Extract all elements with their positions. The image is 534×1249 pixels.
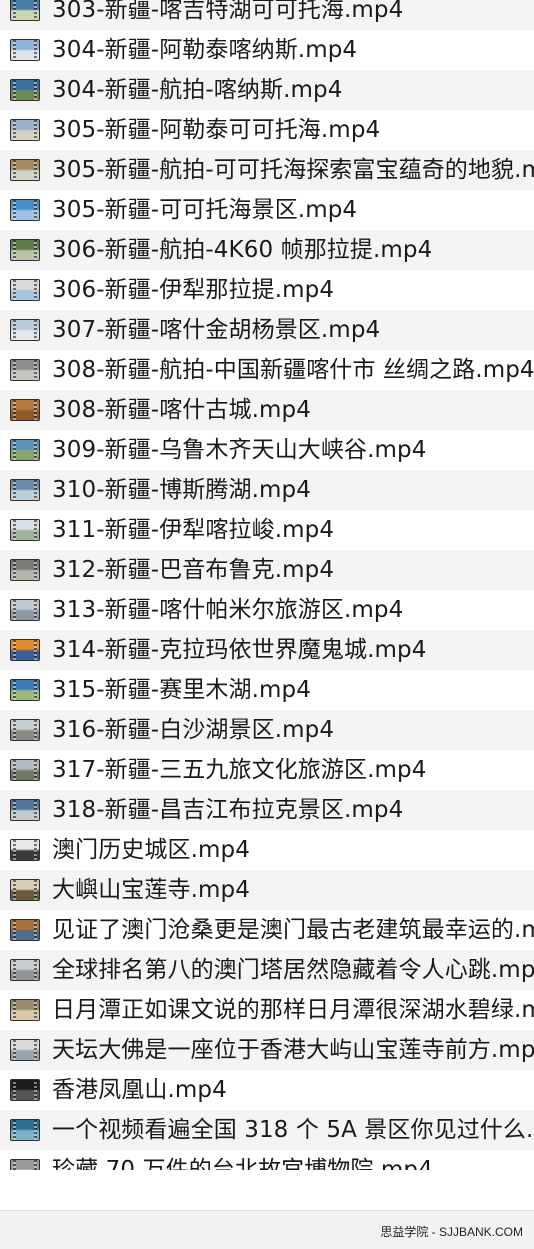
file-name: 314-新疆-克拉玛依世界魔鬼城.mp4 (52, 637, 427, 663)
file-name: 312-新疆-巴音布鲁克.mp4 (52, 557, 335, 583)
file-row[interactable]: 315-新疆-赛里木湖.mp4 (0, 670, 534, 710)
video-thumbnail-icon (10, 559, 40, 581)
file-name: 309-新疆-乌鲁木齐天山大峡谷.mp4 (52, 437, 427, 463)
video-thumbnail-icon (10, 1079, 40, 1101)
file-row[interactable]: 318-新疆-昌吉江布拉克景区.mp4 (0, 790, 534, 830)
file-list: 303-新疆-喀吉特湖可可托海.mp4 304-新疆-阿勒泰喀纳斯.mp4 304-… (0, 0, 534, 1190)
video-thumbnail-icon (10, 919, 40, 941)
video-thumbnail-icon (10, 599, 40, 621)
file-row[interactable]: 305-新疆-可可托海景区.mp4 (0, 190, 534, 230)
file-name: 304-新疆-航拍-喀纳斯.mp4 (52, 77, 343, 103)
file-name: 304-新疆-阿勒泰喀纳斯.mp4 (52, 37, 358, 63)
file-row[interactable]: 澳门历史城区.mp4 (0, 830, 534, 870)
file-row[interactable]: 308-新疆-喀什古城.mp4 (0, 390, 534, 430)
file-name: 316-新疆-白沙湖景区.mp4 (52, 717, 335, 743)
file-name: 306-新疆-伊犁那拉提.mp4 (52, 277, 335, 303)
file-row[interactable]: 306-新疆-航拍-4K60 帧那拉提.mp4 (0, 230, 534, 270)
video-thumbnail-icon (10, 759, 40, 781)
file-name: 306-新疆-航拍-4K60 帧那拉提.mp4 (52, 237, 433, 263)
video-thumbnail-icon (10, 39, 40, 61)
file-name: 307-新疆-喀什金胡杨景区.mp4 (52, 317, 381, 343)
empty-list-area (0, 1170, 534, 1210)
file-row[interactable]: 313-新疆-喀什帕米尔旅游区.mp4 (0, 590, 534, 630)
file-name: 一个视频看遍全国 318 个 5A 景区你见过什么.mp4 (52, 1117, 534, 1143)
file-row[interactable]: 308-新疆-航拍-中国新疆喀什市 丝绸之路.mp4 (0, 350, 534, 390)
video-thumbnail-icon (10, 719, 40, 741)
file-row[interactable]: 312-新疆-巴音布鲁克.mp4 (0, 550, 534, 590)
file-row[interactable]: 天坛大佛是一座位于香港大屿山宝莲寺前方.mp4 (0, 1030, 534, 1070)
file-row[interactable]: 一个视频看遍全国 318 个 5A 景区你见过什么.mp4 (0, 1110, 534, 1150)
file-row[interactable]: 304-新疆-阿勒泰喀纳斯.mp4 (0, 30, 534, 70)
video-thumbnail-icon (10, 639, 40, 661)
file-name: 日月潭正如课文说的那样日月潭很深湖水碧绿.mp4 (52, 997, 534, 1023)
file-row[interactable]: 303-新疆-喀吉特湖可可托海.mp4 (0, 0, 534, 30)
video-thumbnail-icon (10, 199, 40, 221)
file-name: 308-新疆-航拍-中国新疆喀什市 丝绸之路.mp4 (52, 357, 534, 383)
video-thumbnail-icon (10, 959, 40, 981)
file-name: 311-新疆-伊犁喀拉峻.mp4 (52, 517, 335, 543)
video-thumbnail-icon (10, 679, 40, 701)
file-name: 见证了澳门沧桑更是澳门最古老建筑最幸运的.mp4 (52, 917, 534, 943)
video-thumbnail-icon (10, 239, 40, 261)
file-row[interactable]: 309-新疆-乌鲁木齐天山大峡谷.mp4 (0, 430, 534, 470)
file-row[interactable]: 311-新疆-伊犁喀拉峻.mp4 (0, 510, 534, 550)
file-row[interactable]: 310-新疆-博斯腾湖.mp4 (0, 470, 534, 510)
file-row[interactable]: 304-新疆-航拍-喀纳斯.mp4 (0, 70, 534, 110)
video-thumbnail-icon (10, 359, 40, 381)
video-thumbnail-icon (10, 0, 40, 21)
file-row[interactable]: 见证了澳门沧桑更是澳门最古老建筑最幸运的.mp4 (0, 910, 534, 950)
video-thumbnail-icon (10, 1119, 40, 1141)
file-row[interactable]: 305-新疆-航拍-可可托海探索富宝蕴奇的地貌.mp4 (0, 150, 534, 190)
file-row[interactable]: 307-新疆-喀什金胡杨景区.mp4 (0, 310, 534, 350)
video-thumbnail-icon (10, 439, 40, 461)
file-name: 313-新疆-喀什帕米尔旅游区.mp4 (52, 597, 404, 623)
file-name: 全球排名第八的澳门塔居然隐藏着令人心跳.mp4 (52, 957, 534, 983)
file-name: 305-新疆-航拍-可可托海探索富宝蕴奇的地貌.mp4 (52, 157, 534, 183)
video-thumbnail-icon (10, 119, 40, 141)
watermark-text: 思益学院 - SJJBANK.COM (380, 1225, 523, 1239)
file-row[interactable]: 314-新疆-克拉玛依世界魔鬼城.mp4 (0, 630, 534, 670)
file-name: 澳门历史城区.mp4 (52, 837, 250, 863)
video-thumbnail-icon (10, 319, 40, 341)
video-thumbnail-icon (10, 159, 40, 181)
file-name: 318-新疆-昌吉江布拉克景区.mp4 (52, 797, 404, 823)
file-row[interactable]: 日月潭正如课文说的那样日月潭很深湖水碧绿.mp4 (0, 990, 534, 1030)
file-name: 香港凤凰山.mp4 (52, 1077, 227, 1103)
file-name: 305-新疆-可可托海景区.mp4 (52, 197, 358, 223)
file-name: 310-新疆-博斯腾湖.mp4 (52, 477, 311, 503)
video-thumbnail-icon (10, 399, 40, 421)
file-row[interactable]: 香港凤凰山.mp4 (0, 1070, 534, 1110)
file-name: 308-新疆-喀什古城.mp4 (52, 397, 311, 423)
video-thumbnail-icon (10, 999, 40, 1021)
file-row[interactable]: 306-新疆-伊犁那拉提.mp4 (0, 270, 534, 310)
video-thumbnail-icon (10, 479, 40, 501)
video-thumbnail-icon (10, 519, 40, 541)
file-row[interactable]: 305-新疆-阿勒泰可可托海.mp4 (0, 110, 534, 150)
video-thumbnail-icon (10, 839, 40, 861)
file-name: 大嶼山宝莲寺.mp4 (52, 877, 250, 903)
video-thumbnail-icon (10, 279, 40, 301)
file-row[interactable]: 317-新疆-三五九旅文化旅游区.mp4 (0, 750, 534, 790)
file-name: 315-新疆-赛里木湖.mp4 (52, 677, 311, 703)
video-thumbnail-icon (10, 79, 40, 101)
file-name: 317-新疆-三五九旅文化旅游区.mp4 (52, 757, 427, 783)
file-name: 303-新疆-喀吉特湖可可托海.mp4 (52, 0, 404, 23)
file-name: 305-新疆-阿勒泰可可托海.mp4 (52, 117, 381, 143)
footer-bar: 思益学院 - SJJBANK.COM (0, 1210, 534, 1249)
file-row[interactable]: 316-新疆-白沙湖景区.mp4 (0, 710, 534, 750)
video-thumbnail-icon (10, 1039, 40, 1061)
file-row[interactable]: 全球排名第八的澳门塔居然隐藏着令人心跳.mp4 (0, 950, 534, 990)
file-row[interactable]: 大嶼山宝莲寺.mp4 (0, 870, 534, 910)
video-thumbnail-icon (10, 879, 40, 901)
video-thumbnail-icon (10, 799, 40, 821)
file-name: 天坛大佛是一座位于香港大屿山宝莲寺前方.mp4 (52, 1037, 534, 1063)
